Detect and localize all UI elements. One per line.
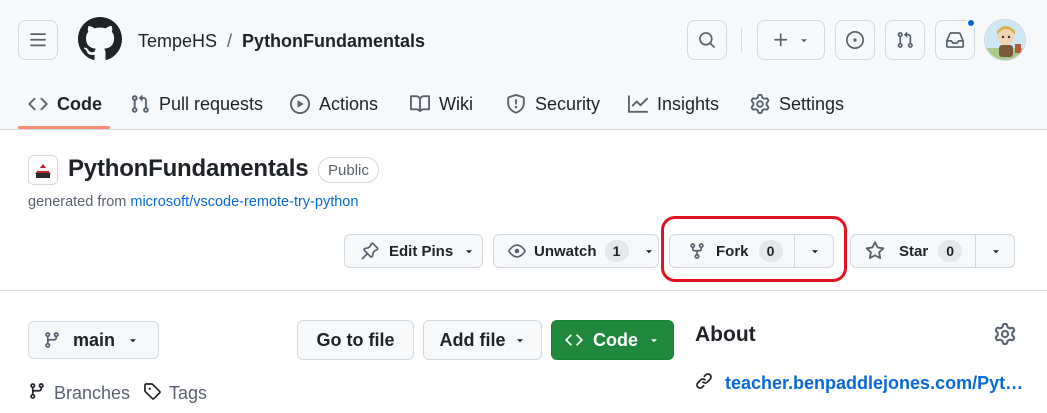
triangle-down-icon <box>990 245 1002 257</box>
selected-tab-underline <box>18 126 110 129</box>
issues-button[interactable] <box>835 20 875 60</box>
book-icon <box>410 94 430 114</box>
generated-from-note: generated from microsoft/vscode-remote-t… <box>28 194 358 210</box>
github-logo-icon[interactable] <box>77 17 122 61</box>
app-header: TempeHS / PythonFundamentals Code Pull r… <box>0 0 1047 130</box>
hamburger-icon <box>29 31 47 49</box>
tab-security[interactable]: Security <box>506 80 600 128</box>
breadcrumb-repo-link[interactable]: PythonFundamentals <box>242 31 425 52</box>
plus-icon <box>772 31 790 49</box>
template-repo-link[interactable]: microsoft/vscode-remote-try-python <box>130 194 358 210</box>
triangle-down-icon <box>463 245 475 257</box>
fork-highlight-annotation <box>661 216 847 282</box>
tab-settings[interactable]: Settings <box>750 80 844 128</box>
code-icon <box>28 94 48 114</box>
gear-icon <box>750 94 770 114</box>
tab-actions[interactable]: Actions <box>290 80 378 128</box>
tab-insights-label: Insights <box>657 93 720 114</box>
tab-wiki[interactable]: Wiki <box>410 80 473 128</box>
shield-icon <box>506 94 526 114</box>
tag-icon <box>143 382 161 405</box>
branch-selector[interactable]: main <box>28 321 159 359</box>
branches-label: Branches <box>54 383 131 403</box>
inbox-icon <box>946 31 964 49</box>
go-to-file-button[interactable]: Go to file <box>297 320 414 360</box>
breadcrumb-separator: / <box>227 31 233 51</box>
code-button-label: Code <box>593 329 638 350</box>
issue-opened-icon <box>846 31 864 49</box>
breadcrumb: TempeHS / PythonFundamentals <box>138 31 425 52</box>
tab-settings-label: Settings <box>779 93 845 114</box>
triangle-down-icon <box>648 334 660 346</box>
create-new-button[interactable] <box>757 20 825 60</box>
repo-nav-tabs: Code Pull requests Actions Wiki Security <box>0 80 1047 130</box>
code-icon <box>565 331 583 349</box>
play-icon <box>290 94 310 114</box>
triangle-down-icon <box>127 334 139 346</box>
star-count: 0 <box>938 240 963 262</box>
git-pull-request-icon <box>896 31 914 49</box>
git-branch-icon <box>28 382 46 405</box>
search-button[interactable] <box>687 20 727 60</box>
header-divider <box>741 28 742 52</box>
add-file-label: Add file <box>439 329 506 350</box>
notification-dot <box>966 18 976 28</box>
triangle-down-icon <box>643 245 655 257</box>
git-branch-icon <box>43 331 61 349</box>
tab-wiki-label: Wiki <box>439 93 473 114</box>
tab-actions-label: Actions <box>319 93 379 114</box>
tags-label: Tags <box>169 383 208 403</box>
edit-pins-label: Edit Pins <box>389 242 454 260</box>
star-icon <box>865 241 885 261</box>
tab-code-label: Code <box>57 93 102 114</box>
section-divider <box>0 290 1047 291</box>
tab-pull-requests-label: Pull requests <box>159 93 264 114</box>
tab-security-label: Security <box>535 93 601 114</box>
gear-icon[interactable] <box>994 323 1016 345</box>
watch-count: 1 <box>604 240 629 262</box>
star-label: Star <box>899 242 929 260</box>
triangle-down-icon <box>514 334 526 346</box>
repo-owner-avatar[interactable] <box>28 155 58 185</box>
breadcrumb-owner-link[interactable]: TempeHS <box>138 31 217 52</box>
repo-title[interactable]: PythonFundamentals <box>68 155 309 183</box>
star-dropdown-button[interactable] <box>976 235 1015 267</box>
code-button[interactable]: Code <box>551 320 674 360</box>
edit-pins-button[interactable]: Edit Pins <box>344 234 483 268</box>
visibility-badge: Public <box>318 157 379 183</box>
tab-code[interactable]: Code <box>28 80 102 128</box>
menu-button[interactable] <box>18 20 58 60</box>
about-heading: About <box>695 323 756 346</box>
link-icon <box>695 372 713 395</box>
star-button[interactable]: Star 0 <box>851 235 975 267</box>
branch-name: main <box>73 329 116 350</box>
git-pull-request-icon <box>130 94 150 114</box>
triangle-down-icon <box>798 34 810 46</box>
star-button-group: Star 0 <box>850 234 1015 268</box>
pull-requests-button[interactable] <box>885 20 925 60</box>
homepage-link-text: teacher.benpaddlejones.com/Pyth... <box>725 373 1025 393</box>
tags-link[interactable]: Tags <box>143 382 207 405</box>
unwatch-button[interactable]: Unwatch 1 <box>493 234 659 268</box>
tab-pull-requests[interactable]: Pull requests <box>130 80 263 128</box>
pin-icon <box>361 242 379 260</box>
unwatch-label: Unwatch <box>534 242 597 260</box>
add-file-button[interactable]: Add file <box>423 320 542 360</box>
homepage-link[interactable]: teacher.benpaddlejones.com/Pyth... <box>695 372 1025 395</box>
eye-icon <box>508 242 526 260</box>
user-avatar[interactable] <box>984 19 1026 61</box>
tab-insights[interactable]: Insights <box>628 80 719 128</box>
search-icon <box>698 31 716 49</box>
generated-from-label: generated from <box>28 194 127 210</box>
branches-link[interactable]: Branches <box>28 382 130 405</box>
graph-icon <box>628 94 648 114</box>
